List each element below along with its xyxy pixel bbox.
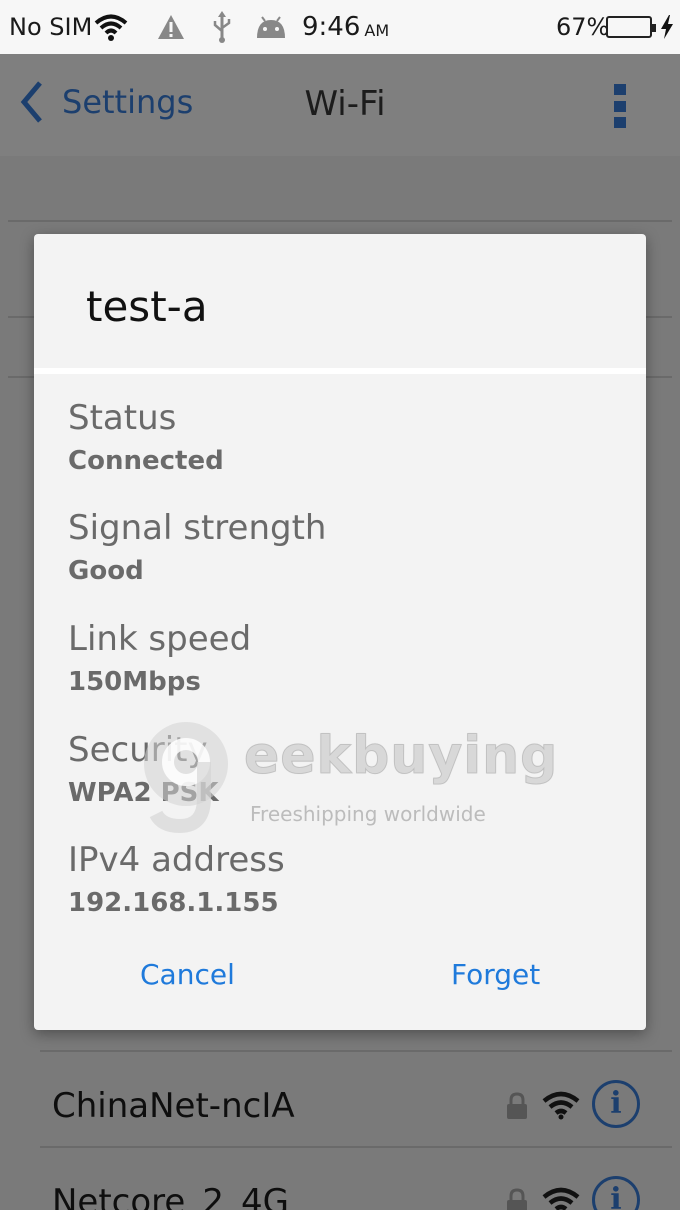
- network-name: Netcore_2_4G: [52, 1182, 289, 1210]
- network-info-button[interactable]: i: [592, 1176, 640, 1210]
- wifi-signal-icon: [542, 1091, 580, 1120]
- wifi-icon: [94, 0, 128, 54]
- charging-bolt-icon: [660, 0, 674, 54]
- usb-icon: [210, 0, 234, 54]
- forget-button[interactable]: Forget: [451, 958, 540, 991]
- field-label: Signal strength: [68, 508, 327, 548]
- dialog-title: test-a: [86, 282, 208, 331]
- clock-time: 9:46: [302, 12, 361, 42]
- lock-icon: [507, 1092, 527, 1119]
- field-value: Good: [68, 556, 144, 586]
- link-speed-field: Link speed 150Mbps: [68, 619, 251, 697]
- field-value: 150Mbps: [68, 667, 201, 697]
- signal-strength-field: Signal strength Good: [68, 508, 326, 586]
- field-label: Status: [68, 398, 177, 438]
- field-label: IPv4 address: [68, 840, 285, 880]
- battery-icon: [606, 0, 656, 54]
- field-label: Security: [68, 730, 208, 770]
- field-value: Connected: [68, 446, 224, 476]
- network-row[interactable]: Netcore_2_4G i: [0, 1152, 680, 1210]
- list-divider: [8, 220, 672, 222]
- status-field: Status Connected: [68, 398, 224, 476]
- field-value: 192.168.1.155: [68, 888, 279, 918]
- overflow-menu-icon[interactable]: [614, 84, 628, 128]
- field-value: WPA2 PSK: [68, 778, 219, 808]
- android-icon: [254, 0, 288, 54]
- clock-ampm: AM: [364, 20, 390, 40]
- app-bar: Settings Wi-Fi: [0, 54, 680, 156]
- security-field: Security WPA2 PSK: [68, 730, 219, 808]
- carrier-label: No SIM: [9, 13, 93, 41]
- battery-percent: 67%: [556, 13, 610, 41]
- warning-icon: [156, 0, 186, 54]
- clock: 9:46 AM: [302, 0, 389, 54]
- network-row[interactable]: ChinaNet-ncIA i: [0, 1056, 680, 1152]
- network-details-dialog: test-a Status Connected Signal strength …: [34, 234, 646, 1030]
- status-bar: No SIM 9:46 AM 67%: [0, 0, 680, 54]
- network-name: ChinaNet-ncIA: [52, 1086, 295, 1126]
- cancel-button[interactable]: Cancel: [140, 958, 235, 991]
- page-title: Wi-Fi: [304, 84, 386, 124]
- lock-icon: [507, 1188, 527, 1210]
- network-info-button[interactable]: i: [592, 1080, 640, 1128]
- list-divider: [40, 1050, 672, 1052]
- field-label: Link speed: [68, 619, 252, 659]
- wifi-signal-icon: [542, 1187, 580, 1210]
- ipv4-address-field: IPv4 address 192.168.1.155: [68, 840, 285, 918]
- dialog-divider: [34, 368, 646, 374]
